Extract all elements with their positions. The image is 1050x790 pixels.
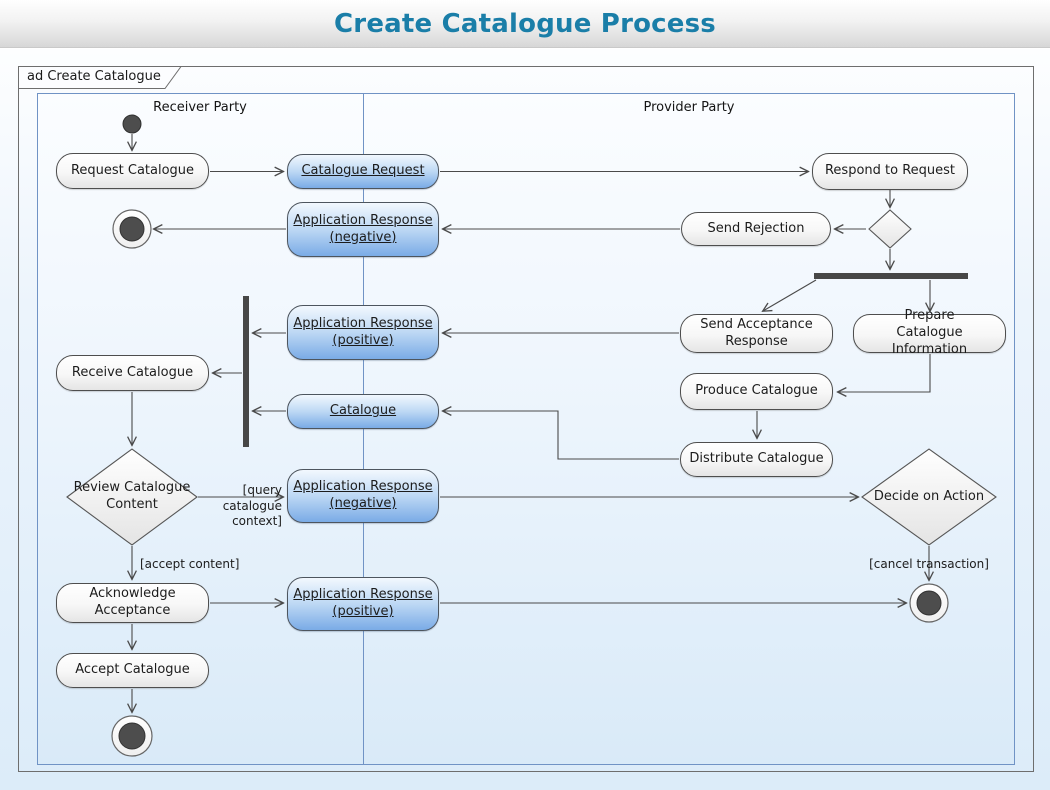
- frame-tab-label: ad Create Catalogue: [27, 69, 161, 84]
- decision-label-decide-on-action: Decide on Action: [873, 488, 985, 504]
- initial-node: [122, 114, 142, 134]
- activity-produce-catalogue: Produce Catalogue: [680, 373, 833, 410]
- activity-label: Respond to Request: [824, 163, 956, 179]
- screenshot-canvas: Create Catalogue Process Receiver Party …: [0, 0, 1050, 790]
- object-application-response-positive-1: Application Response (positive): [287, 305, 439, 360]
- fork-bar: [814, 273, 968, 279]
- activity-request-catalogue: Request Catalogue: [56, 153, 209, 189]
- activity-distribute-catalogue: Distribute Catalogue: [680, 442, 833, 477]
- final-node-reject-inner: [119, 216, 145, 242]
- activity-label: Accept Catalogue: [75, 662, 190, 678]
- object-label: Application Response (positive): [293, 315, 433, 348]
- activity-acknowledge-acceptance: Acknowledge Acceptance: [56, 583, 209, 623]
- object-label: Application Response (negative): [293, 479, 433, 511]
- lane-title-provider: Provider Party: [643, 100, 735, 115]
- object-application-response-negative-2: Application Response (negative): [287, 469, 439, 523]
- decision-label-review-catalogue-content: Review Catalogue Content: [73, 480, 191, 512]
- activity-label: Prepare Catalogue Information: [891, 308, 968, 357]
- activity-accept-catalogue: Accept Catalogue: [56, 653, 209, 688]
- object-label: Application Response (negative): [293, 212, 433, 245]
- object-application-response-positive-2: Application Response (positive): [287, 577, 439, 631]
- object-label: Application Response (positive): [293, 587, 433, 619]
- activity-respond-to-request: Respond to Request: [812, 153, 968, 190]
- lane-title-receiver: Receiver Party: [153, 100, 247, 115]
- decision-node-respond: [868, 209, 912, 249]
- edge-distribute-to-catalogue: [443, 411, 679, 460]
- object-label: Catalogue: [329, 403, 397, 419]
- activity-receive-catalogue: Receive Catalogue: [56, 355, 209, 391]
- edge-prepare-to-produce: [838, 354, 931, 392]
- activity-prepare-catalogue-information: Prepare Catalogue Information: [853, 308, 1006, 357]
- object-catalogue-request: Catalogue Request: [287, 154, 439, 189]
- guard-accept-content: [accept content]: [140, 557, 240, 571]
- activity-label: Produce Catalogue: [695, 383, 818, 399]
- final-node-cancel-inner: [916, 590, 942, 616]
- object-label: Catalogue Request: [301, 163, 425, 179]
- activity-label: Send Rejection: [707, 220, 805, 236]
- activity-label: Receive Catalogue: [71, 364, 194, 380]
- object-catalogue: Catalogue: [287, 394, 439, 429]
- object-application-response-negative-1: Application Response (negative): [287, 202, 439, 257]
- guard-cancel-transaction: [cancel transaction]: [869, 557, 989, 571]
- activity-send-acceptance-response: Send Acceptance Response: [680, 314, 833, 353]
- activity-label: Send Acceptance Response: [700, 316, 813, 349]
- activity-label: Acknowledge Acceptance: [89, 586, 176, 618]
- join-bar: [243, 296, 249, 447]
- final-node-accept-inner: [118, 722, 146, 750]
- activity-label: Request Catalogue: [70, 162, 195, 178]
- edge-fork-to-send-acceptance: [763, 279, 817, 311]
- activity-label: Distribute Catalogue: [689, 451, 824, 467]
- guard-query-catalogue-context: [query catalogue context]: [222, 483, 282, 529]
- activity-send-rejection: Send Rejection: [681, 212, 831, 246]
